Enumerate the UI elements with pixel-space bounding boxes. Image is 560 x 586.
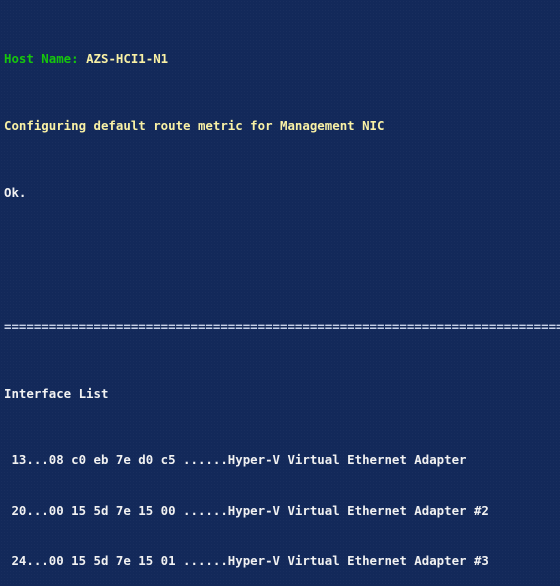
- host-name-value: AZS-HCI1-N1: [86, 51, 169, 67]
- interface-list-item: 13...08 c0 eb 7e d0 c5 ......Hyper-V Vir…: [4, 452, 467, 468]
- interface-list-item: 20...00 15 5d 7e 15 00 ......Hyper-V Vir…: [4, 502, 489, 518]
- result-line: Ok.: [4, 184, 27, 200]
- interface-list-title: Interface List: [4, 385, 109, 401]
- host-name-label: Host Name:: [4, 51, 79, 67]
- terminal-window[interactable]: Host Name: AZS-HCI1-N1 Configuring defau…: [0, 0, 560, 586]
- terminal-screen: Host Name: AZS-HCI1-N1 Configuring defau…: [4, 1, 560, 586]
- interface-list-item: 24...00 15 5d 7e 15 01 ......Hyper-V Vir…: [4, 552, 489, 568]
- status-message-line: Configuring default route metric for Man…: [4, 118, 385, 134]
- separator-line-1: ========================================…: [4, 318, 560, 334]
- host-name-line: Host Name: AZS-HCI1-N1: [4, 51, 560, 68]
- spacer-line-1: [4, 252, 560, 269]
